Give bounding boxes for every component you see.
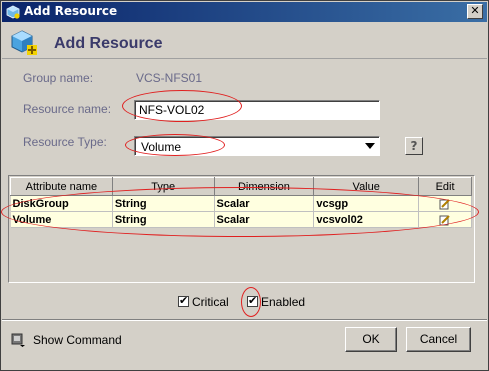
footer-divider [2,319,487,321]
column-header-attribute-name[interactable]: Attribute name [10,177,113,196]
dialog-heading: Add Resource [54,35,163,52]
resource-type-select[interactable]: Volume [134,136,380,156]
cell-edit[interactable] [418,195,472,212]
command-icon [11,333,25,347]
close-button[interactable]: ✕ [467,4,483,19]
column-header-type[interactable]: Type [111,177,215,196]
cell-type: String [112,195,215,212]
resource-type-value: Volume [141,140,182,154]
table-row[interactable]: Volume String Scalar vcsvol02 [10,211,472,228]
cell-dimension: Scalar [214,195,315,212]
cell-value: vcsgp [313,195,420,212]
column-header-edit[interactable]: Edit [418,177,472,196]
resource-type-label: Resource Type: [23,135,107,149]
show-command-button[interactable]: Show Command [11,332,122,347]
resource-name-input[interactable]: NFS-VOL02 [134,100,380,120]
edit-pencil-icon[interactable] [439,214,451,226]
help-button[interactable]: ? [405,137,423,155]
resource-cube-icon [6,5,20,19]
group-name-label: Group name: [23,71,94,85]
cell-attribute-name: DiskGroup [10,195,113,212]
enabled-check-box[interactable] [247,294,258,308]
critical-checkbox[interactable]: Critical [178,294,229,309]
critical-check-box[interactable] [178,294,189,308]
cell-edit[interactable] [418,211,472,228]
cell-value: vcsvol02 [313,211,420,228]
table-row[interactable]: DiskGroup String Scalar vcsgp [10,195,472,212]
dialog-header: Add Resource [2,23,487,59]
add-resource-icon [11,30,37,55]
group-name-value: VCS-NFS01 [136,71,203,85]
title-bar: Add Resource ✕ [2,2,487,22]
cell-attribute-name: Volume [10,211,113,228]
column-header-dimension[interactable]: Dimension [213,177,315,196]
critical-label: Critical [192,294,229,309]
add-resource-dialog: Add Resource ✕ Add Resource Group name: … [0,0,489,371]
column-header-value[interactable]: Value [313,177,420,196]
resource-name-label: Resource name: [23,102,112,116]
cell-dimension: Scalar [214,211,315,228]
window-title: Add Resource [24,4,118,18]
cell-type: String [112,211,215,228]
cancel-button[interactable]: Cancel [406,327,471,352]
table-header-row: Attribute name Type Dimension Value Edit [10,177,472,196]
attributes-table: Attribute name Type Dimension Value Edit… [8,175,475,283]
show-command-label: Show Command [33,332,122,347]
enabled-checkbox[interactable]: Enabled [247,294,305,309]
ok-button[interactable]: OK [345,327,397,352]
chevron-down-icon [365,143,375,149]
enabled-label: Enabled [261,294,306,309]
edit-pencil-icon[interactable] [439,198,451,210]
